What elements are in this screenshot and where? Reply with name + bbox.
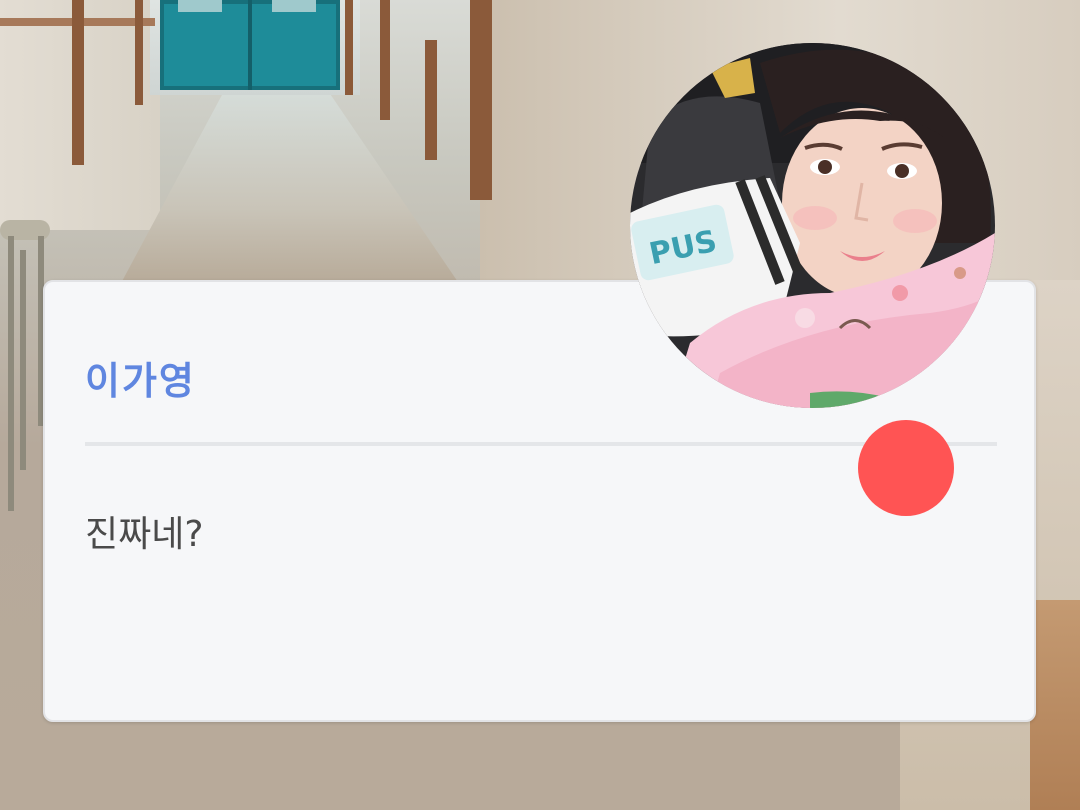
dialog-divider: [85, 442, 997, 446]
background-pillar: [135, 0, 143, 105]
background-stool-leg: [20, 250, 26, 470]
background-door: [160, 0, 340, 90]
background-stool-leg: [8, 236, 14, 511]
door-window: [272, 0, 316, 12]
speaker-name: 이가영: [85, 359, 196, 403]
background-pillar: [345, 0, 353, 95]
red-dot-indicator-icon[interactable]: [858, 420, 954, 516]
background-pillar: [72, 0, 84, 165]
background-pillar: [380, 0, 390, 120]
door-window: [178, 0, 222, 12]
dialog-message: 진짜네?: [85, 514, 204, 555]
game-scene[interactable]: 이가영 진짜네? PUS: [0, 0, 1080, 810]
background-baseboard: [1030, 600, 1080, 810]
character-portrait-icon: PUS: [630, 43, 995, 408]
background-pillar: [470, 0, 492, 200]
background-pillar: [425, 40, 437, 160]
